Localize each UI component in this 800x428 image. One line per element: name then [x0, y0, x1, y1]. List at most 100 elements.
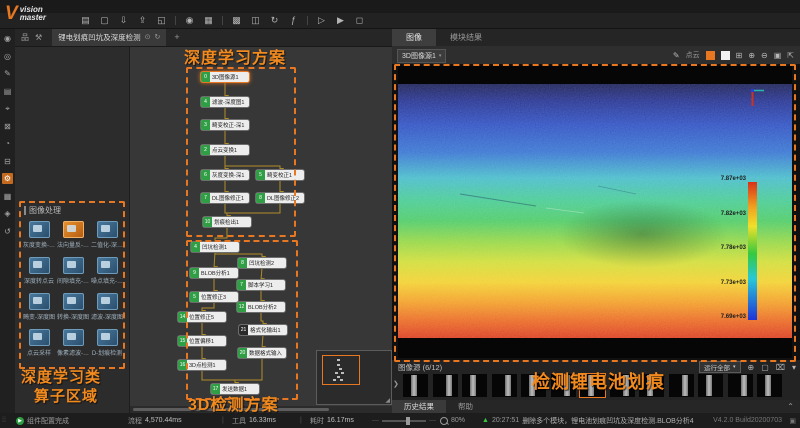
- minimap-viewport[interactable]: [322, 355, 360, 385]
- module-list-icon[interactable]: ▦: [203, 14, 214, 27]
- image-thumbnail[interactable]: [403, 374, 428, 397]
- tab-help[interactable]: 帮助: [446, 400, 485, 413]
- status-corner-icon[interactable]: ▣: [789, 413, 796, 428]
- prism-3d-icon[interactable]: ◈: [2, 208, 13, 219]
- flow-node-滤波-深度图1[interactable]: 4 滤波-深度图1: [201, 97, 249, 107]
- flow-node-DL图像修正2[interactable]: 8 DL图像修正2: [256, 193, 304, 203]
- import-icon[interactable]: ⇩: [118, 14, 129, 27]
- flow-node-位置修正5[interactable]: 14 位置修正5: [178, 312, 226, 322]
- flow-node-划痕检出1[interactable]: 10 划痕检出1: [203, 217, 251, 227]
- flow-node-BLOB分析1[interactable]: 9 BLOB分析1: [190, 268, 238, 278]
- flow-node-3D点检测1[interactable]: 16 3D点检测1: [178, 360, 226, 370]
- global-var-icon[interactable]: ƒ: [288, 14, 299, 27]
- locate-icon[interactable]: ⌖: [2, 103, 13, 114]
- flow-node-3D图像源1[interactable]: 0 3D图像源1: [201, 72, 249, 82]
- flow-minimap[interactable]: ◢: [316, 350, 392, 405]
- communication-icon[interactable]: ◫: [250, 14, 261, 27]
- layers-icon[interactable]: ▤: [2, 86, 13, 97]
- open-folder-icon[interactable]: ▢: [761, 363, 769, 372]
- image-thumbnail[interactable]: [432, 374, 458, 397]
- stop-icon[interactable]: ◻: [354, 14, 365, 27]
- operator-tool[interactable]: D-划痕检测: [90, 329, 124, 357]
- flow-structure-icon[interactable]: 品: [21, 32, 29, 43]
- focus-target-icon[interactable]: ◎: [2, 51, 13, 62]
- strip-prev-icon[interactable]: ❯: [393, 380, 399, 388]
- operator-tool[interactable]: 二值化-深…: [90, 221, 124, 249]
- fit-view-icon[interactable]: ⊞: [736, 51, 743, 60]
- loop-flow-icon[interactable]: ↻: [155, 33, 161, 41]
- add-flow-tab-button[interactable]: +: [174, 32, 179, 42]
- adjust-icon[interactable]: ⊟: [2, 156, 13, 167]
- flow-node-凹坑检测1[interactable]: 4 凹坑检测1: [191, 242, 239, 252]
- tab-history-results[interactable]: 历史结果: [392, 400, 446, 413]
- flow-node-畸变校正-深1[interactable]: 3 畸变校正-深1: [201, 120, 249, 130]
- operator-tool[interactable]: 深度转点云: [22, 257, 56, 285]
- flow-node-位置修正3[interactable]: 5 位置修正3: [190, 292, 238, 302]
- color-swatch-white[interactable]: [720, 50, 730, 60]
- operator-tool[interactable]: 间隙填充-…: [56, 257, 90, 285]
- pie-tool-icon[interactable]: ◔: [2, 138, 13, 149]
- flow-tab[interactable]: 锂电划痕凹坑及深度检测 ⊙ ↻: [52, 28, 167, 46]
- flow-node-脚本学习1[interactable]: 7 脚本学习1: [237, 280, 285, 290]
- wrench-icon[interactable]: ⚒: [35, 33, 42, 42]
- strip-collapse-icon[interactable]: ▾: [792, 363, 796, 372]
- run-flow-icon[interactable]: ⊙: [145, 33, 151, 41]
- refresh-icon[interactable]: ↻: [269, 14, 280, 27]
- image-thumbnail[interactable]: [668, 374, 694, 397]
- run-continuous-icon[interactable]: ▶: [335, 14, 346, 27]
- operator-tool[interactable]: 法向量反-…: [56, 221, 90, 249]
- one-to-one-icon[interactable]: ▣: [774, 51, 782, 60]
- image-source-selector[interactable]: 3D图像源1 ▾: [397, 49, 447, 63]
- operator-tool[interactable]: 转换-深度图: [56, 293, 90, 321]
- zoom-slider[interactable]: [382, 416, 426, 425]
- flow-node-位置偏移1[interactable]: 15 位置偏移1: [178, 336, 226, 346]
- minimap-resize-icon[interactable]: ◢: [385, 397, 390, 404]
- collapse-panel-icon[interactable]: ⌃: [787, 402, 794, 411]
- save-icon[interactable]: ▤: [80, 14, 91, 27]
- flow-node-灰度变换-深1[interactable]: 6 灰度变换-深1: [201, 170, 249, 180]
- edit-image-icon[interactable]: ✎: [2, 68, 13, 79]
- zoom-out-icon[interactable]: ⊖: [761, 51, 768, 60]
- draw-icon[interactable]: ✎: [673, 51, 680, 60]
- flow-node-畸变校正1[interactable]: 5 畸变校正1: [256, 170, 304, 180]
- export-icon[interactable]: ⇪: [137, 14, 148, 27]
- camera-icon[interactable]: ◉: [184, 14, 195, 27]
- io-icon[interactable]: ▩: [231, 14, 242, 27]
- operator-tool[interactable]: 点云采样: [22, 329, 56, 357]
- operator-tool[interactable]: 像素滤波-…: [56, 329, 90, 357]
- image-settings-icon[interactable]: ⚙: [2, 173, 13, 184]
- color-swatch-orange[interactable]: [705, 50, 715, 60]
- flow-node-点云变换1[interactable]: 2 点云变换1: [201, 145, 249, 155]
- image-thumbnail[interactable]: [727, 374, 753, 397]
- tab-module-result[interactable]: 模块结果: [436, 28, 496, 46]
- drag-handle-icon[interactable]: ⁞⁞: [2, 413, 6, 428]
- image-thumbnail[interactable]: [757, 374, 782, 397]
- zoom-in-icon[interactable]: ⊕: [748, 51, 755, 60]
- chart-icon[interactable]: ▦: [2, 191, 13, 202]
- operator-tool[interactable]: 噪点填充-…: [90, 257, 124, 285]
- flow-node-BLOB分析2[interactable]: 12 BLOB分析2: [237, 302, 285, 312]
- operator-tool[interactable]: 滤波-深度图: [90, 293, 124, 321]
- image-thumbnail[interactable]: [462, 374, 487, 397]
- flow-node-DL图像修正1[interactable]: 7 DL图像修正1: [201, 193, 249, 203]
- operator-tool-icon: [96, 293, 118, 310]
- open-icon[interactable]: ▢: [99, 14, 110, 27]
- tab-image[interactable]: 图像: [392, 28, 436, 46]
- flow-node-凹坑检测2[interactable]: 8 凹坑检测2: [238, 258, 286, 268]
- camera-icon[interactable]: ◉: [2, 33, 13, 44]
- run-all-button[interactable]: 运行全部 ▾: [698, 361, 741, 373]
- roi-box-icon[interactable]: ⊠: [2, 121, 13, 132]
- image-thumbnail[interactable]: [491, 374, 517, 397]
- flow-node-数据格式输入[interactable]: 20 数据格式输入: [238, 348, 286, 358]
- run-once-icon[interactable]: ▷: [316, 14, 327, 27]
- window-icon[interactable]: ◱: [156, 14, 167, 27]
- operator-tool[interactable]: 灰度变换-…: [22, 221, 56, 249]
- operator-group-title[interactable]: 图像处理: [24, 206, 61, 215]
- operator-tool[interactable]: 畸变-深度图: [22, 293, 56, 321]
- delete-image-icon[interactable]: ⌧: [776, 363, 785, 372]
- image-thumbnail[interactable]: [698, 374, 723, 397]
- fullscreen-icon[interactable]: ⇱: [787, 51, 794, 60]
- flow-node-格式化输出1[interactable]: 21 格式化输出1: [239, 325, 287, 335]
- add-image-icon[interactable]: ⊕: [748, 363, 755, 372]
- history-icon[interactable]: ↺: [2, 226, 13, 237]
